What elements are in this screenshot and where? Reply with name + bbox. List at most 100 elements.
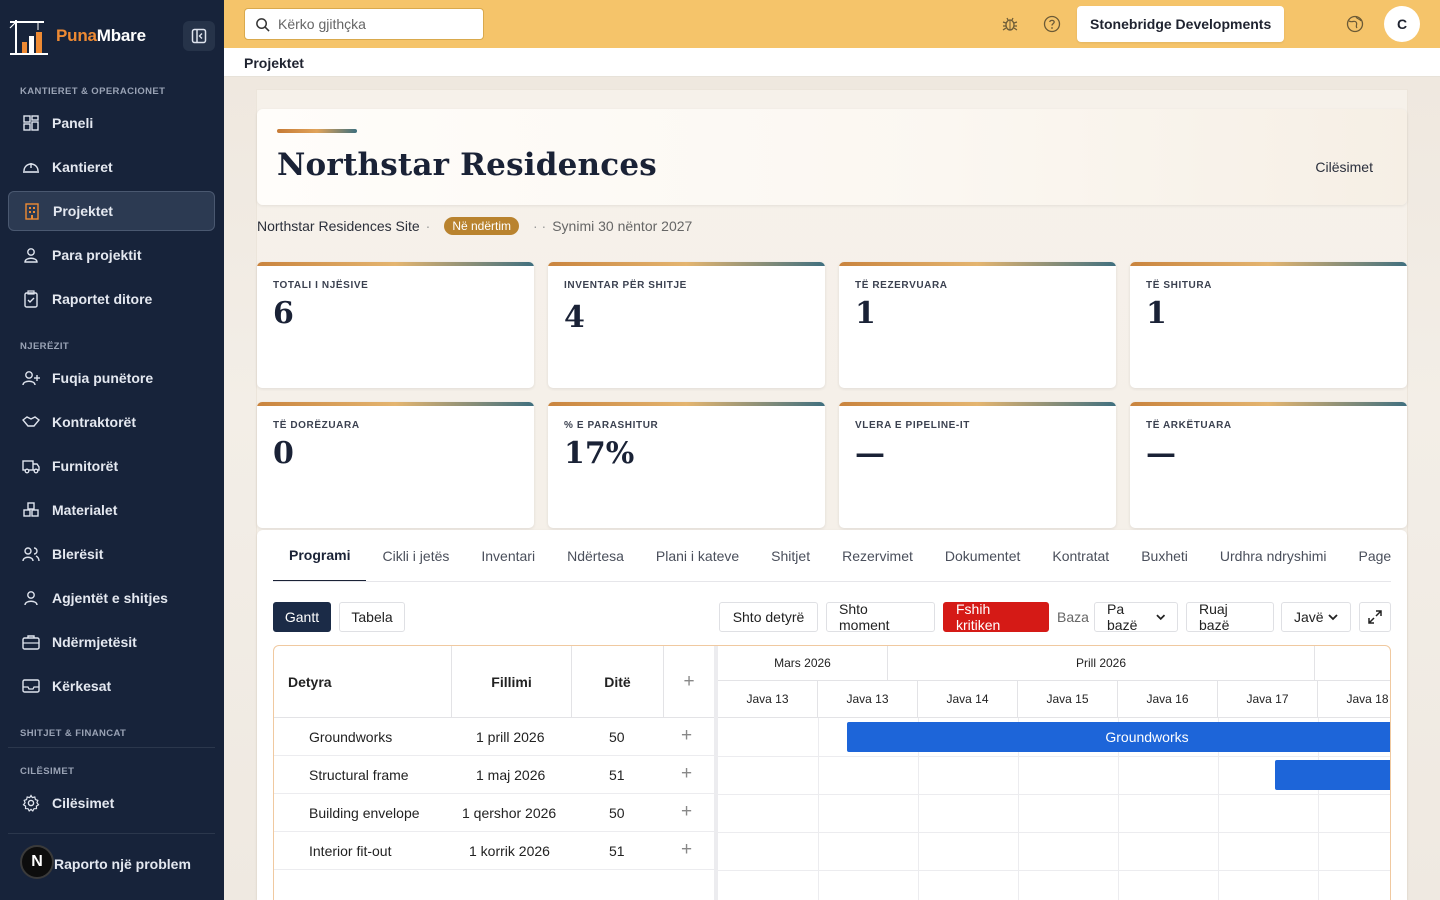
sidebar-item-sales-agents[interactable]: Agjentët e shitjes bbox=[8, 578, 215, 618]
timeline-week: Java 17 bbox=[1218, 681, 1318, 718]
tab-buildings[interactable]: Ndërtesa bbox=[551, 530, 640, 581]
task-start: 1 prill 2026 bbox=[476, 729, 545, 745]
table-row[interactable]: Interior fit-out 1 korrik 2026 51 + bbox=[274, 832, 714, 870]
baseline-select[interactable]: Pa bazë bbox=[1094, 601, 1178, 633]
gantt-view-button[interactable]: Gantt bbox=[273, 602, 331, 632]
sidebar-item-daily-reports[interactable]: Raportet ditore bbox=[8, 279, 215, 319]
sidebar-item-materials[interactable]: Materialet bbox=[8, 490, 215, 530]
sidebar-item-projects[interactable]: Projektet bbox=[8, 191, 215, 231]
report-problem-link[interactable]: Raporto një problem bbox=[54, 856, 191, 872]
user-menu-avatar[interactable]: C bbox=[1384, 6, 1420, 42]
sidebar-divider bbox=[8, 833, 215, 834]
user-money-icon bbox=[22, 246, 40, 264]
meta-separator: · bbox=[425, 218, 431, 234]
stat-value: 0 bbox=[273, 436, 294, 471]
theme-toggle-button[interactable] bbox=[1344, 13, 1366, 35]
tab-budget[interactable]: Buxheti bbox=[1125, 530, 1204, 581]
fullscreen-button[interactable] bbox=[1359, 602, 1391, 632]
tab-inventory[interactable]: Inventari bbox=[465, 530, 551, 581]
add-milestone-button[interactable]: Shto moment bbox=[826, 601, 935, 633]
tab-payments[interactable]: Pagesat bbox=[1343, 530, 1392, 581]
add-task-button[interactable]: Shto detyrë bbox=[719, 602, 818, 632]
topbar: Stonebridge Developments C bbox=[224, 0, 1440, 48]
collapse-sidebar-button[interactable] bbox=[183, 21, 215, 51]
tab-lifecycle[interactable]: Cikli i jetës bbox=[366, 530, 465, 581]
column-header-task[interactable]: Detyra bbox=[274, 646, 452, 718]
nextjs-avatar[interactable]: N bbox=[20, 845, 54, 879]
add-task-header-button[interactable]: + bbox=[664, 646, 714, 718]
stat-card-pipeline-value: VLERA E PIPELINE-IT — bbox=[839, 402, 1116, 528]
sidebar-item-buyers[interactable]: Blerësit bbox=[8, 534, 215, 574]
hide-critical-button[interactable]: Fshih kritiken bbox=[943, 601, 1049, 633]
globe-icon bbox=[1346, 15, 1364, 33]
timeline-month bbox=[1315, 646, 1390, 681]
sidebar-item-contractors[interactable]: Kontraktorët bbox=[8, 402, 215, 442]
stat-card-presold-percent: % E PARASHITUR 17% bbox=[548, 402, 825, 528]
timeline-row-line bbox=[718, 870, 1390, 871]
add-subtask-button[interactable]: + bbox=[681, 801, 692, 823]
table-row[interactable]: Building envelope 1 qershor 2026 50 + bbox=[274, 794, 714, 832]
column-header-start[interactable]: Fillimi bbox=[452, 646, 572, 718]
table-row[interactable]: Groundworks 1 prill 2026 50 + bbox=[274, 718, 714, 756]
timeline-week: Java 16 bbox=[1118, 681, 1218, 718]
sidebar-item-requests[interactable]: Kërkesat bbox=[8, 666, 215, 706]
task-start: 1 korrik 2026 bbox=[469, 843, 550, 859]
tab-contracts[interactable]: Kontratat bbox=[1036, 530, 1125, 581]
chevron-down-icon bbox=[1155, 614, 1165, 621]
column-header-days[interactable]: Ditë bbox=[572, 646, 664, 718]
search-box[interactable] bbox=[244, 8, 484, 40]
sidebar-item-workforce[interactable]: Fuqia punëtore bbox=[8, 358, 215, 398]
sidebar-item-suppliers[interactable]: Furnitorët bbox=[8, 446, 215, 486]
users-icon bbox=[22, 545, 40, 563]
stat-card-total-units: TOTALI I NJËSIVE 6 bbox=[257, 262, 534, 388]
add-subtask-button[interactable]: + bbox=[681, 725, 692, 747]
search-input[interactable] bbox=[278, 16, 468, 32]
save-baseline-button[interactable]: Ruaj bazë bbox=[1186, 601, 1274, 633]
stat-card-reserved: TË REZERVUARA 1 bbox=[839, 262, 1116, 388]
project-meta: Northstar Residences Site · Në ndërtim ·… bbox=[257, 217, 692, 235]
stat-value: 17% bbox=[564, 436, 635, 471]
sidebar-item-settings[interactable]: Cilësimet bbox=[8, 783, 215, 823]
page-title: Northstar Residences bbox=[277, 147, 657, 183]
app-name-part1: Puna bbox=[56, 26, 97, 45]
help-button[interactable] bbox=[1041, 13, 1063, 35]
tab-schedule[interactable]: Programi bbox=[273, 530, 367, 581]
sidebar-item-label: Blerësit bbox=[52, 546, 104, 562]
stat-card-sold: TË SHITURA 1 bbox=[1130, 262, 1407, 388]
timeline-row-line bbox=[718, 794, 1390, 795]
organization-switcher[interactable]: Stonebridge Developments bbox=[1077, 6, 1285, 42]
status-badge: Në ndërtim bbox=[444, 217, 519, 235]
gantt-bar-groundworks[interactable]: Groundworks bbox=[847, 722, 1390, 752]
timeline-row-line bbox=[718, 756, 1390, 757]
scale-select[interactable]: Javë bbox=[1281, 602, 1351, 632]
bug-report-button[interactable] bbox=[999, 13, 1021, 35]
timeline-week: Java 13 bbox=[818, 681, 918, 718]
user-plus-icon bbox=[22, 369, 40, 387]
add-subtask-button[interactable]: + bbox=[681, 839, 692, 861]
app-logo[interactable]: PunaMbare bbox=[8, 16, 146, 56]
gantt-bar-structural-frame[interactable] bbox=[1275, 760, 1390, 790]
breadcrumb[interactable]: Projektet bbox=[244, 55, 304, 71]
table-view-button[interactable]: Tabela bbox=[339, 602, 405, 632]
timeline-row-line bbox=[718, 832, 1390, 833]
sidebar-item-label: Kërkesat bbox=[52, 678, 112, 694]
sidebar-item-dashboard[interactable]: Paneli bbox=[8, 103, 215, 143]
table-row[interactable]: Structural frame 1 maj 2026 51 + bbox=[274, 756, 714, 794]
sidebar-item-sites[interactable]: Kantieret bbox=[8, 147, 215, 187]
clipboard-icon bbox=[22, 290, 40, 308]
sidebar-item-brokers[interactable]: Ndërmjetësit bbox=[8, 622, 215, 662]
tab-documents[interactable]: Dokumentet bbox=[929, 530, 1036, 581]
tab-change-orders[interactable]: Urdhra ndryshimi bbox=[1204, 530, 1343, 581]
timeline-week: Java 13 bbox=[718, 681, 818, 718]
sidebar-item-label: Fuqia punëtore bbox=[52, 370, 154, 386]
sidebar-item-project-money[interactable]: Para projektit bbox=[8, 235, 215, 275]
site-name[interactable]: Northstar Residences Site bbox=[257, 218, 420, 234]
add-subtask-button[interactable]: + bbox=[681, 763, 692, 785]
tab-reservations[interactable]: Rezervimet bbox=[826, 530, 929, 581]
app-name-part2: Mbare bbox=[96, 26, 146, 45]
target-date: Synimi 30 nëntor 2027 bbox=[552, 218, 693, 234]
stat-card-collected: TË ARKËTUARA — bbox=[1130, 402, 1407, 528]
project-settings-link[interactable]: Cilësimet bbox=[1315, 159, 1373, 175]
tab-sales[interactable]: Shitjet bbox=[755, 530, 826, 581]
tab-floor-plan[interactable]: Plani i kateve bbox=[640, 530, 755, 581]
